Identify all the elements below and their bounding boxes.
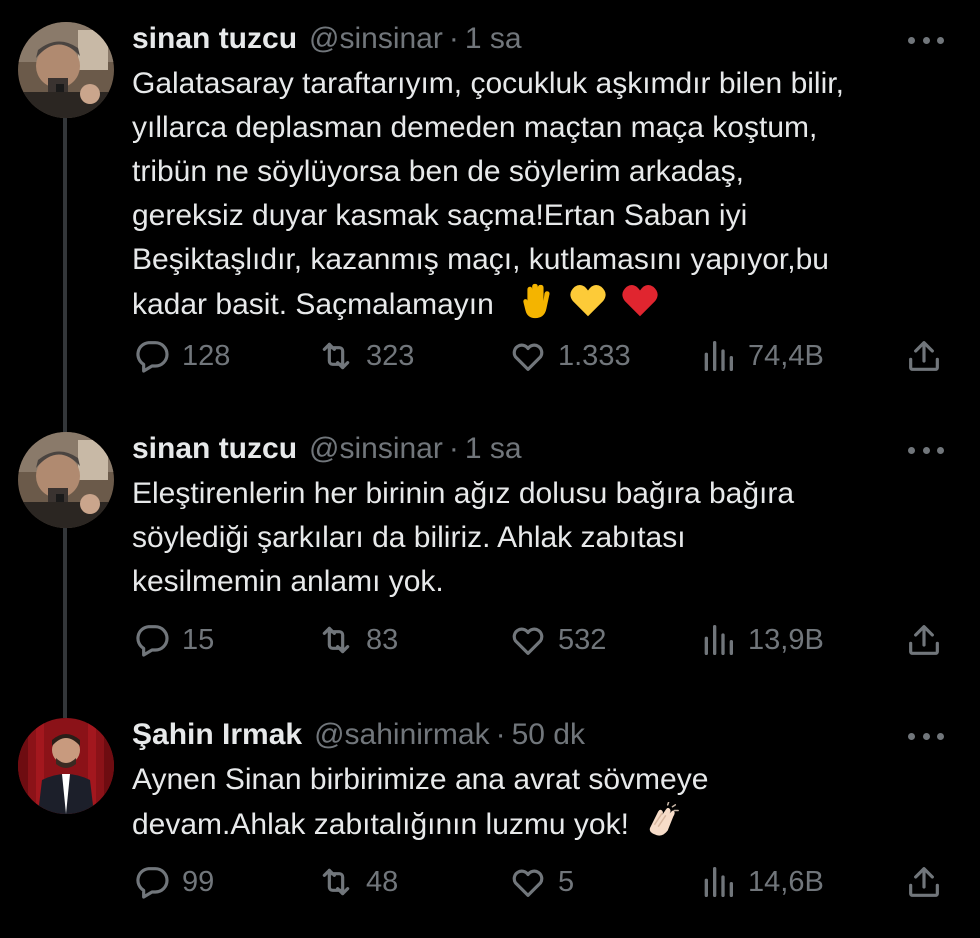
- reply-icon: [136, 341, 169, 373]
- tweet[interactable]: sinan tuzcu @sinsinar · 1 sa Galatasaray…: [0, 22, 980, 402]
- display-name[interactable]: Şahin Irmak: [132, 718, 302, 752]
- like-button[interactable]: 1.333: [508, 334, 631, 378]
- share-button[interactable]: [904, 334, 954, 378]
- more-options-icon[interactable]: [908, 28, 944, 52]
- like-count: 532: [558, 623, 607, 656]
- share-icon: [909, 341, 939, 371]
- reply-count: 128: [182, 339, 231, 372]
- share-button[interactable]: [904, 618, 954, 662]
- avatar-image: [18, 432, 114, 528]
- more-options-icon[interactable]: [908, 724, 944, 748]
- red-heart-emoji: [622, 285, 658, 317]
- tweet[interactable]: Şahin Irmak @sahinirmak · 50 dk Aynen Si…: [0, 718, 980, 928]
- reply-button[interactable]: 99: [132, 860, 214, 904]
- timestamp[interactable]: 1 sa: [465, 432, 522, 466]
- avatar[interactable]: [18, 432, 114, 528]
- analytics-icon: [704, 341, 733, 371]
- retweet-count: 323: [366, 339, 415, 372]
- views-button[interactable]: 13,9B: [698, 618, 824, 662]
- tweet-text-line: Aynen Sinan birbirimize ana avrat sövmey…: [132, 763, 709, 796]
- tweet-text-line: devam.Ahlak zabıtalığının luzmu yok!: [132, 808, 629, 841]
- retweet-count: 83: [366, 623, 399, 656]
- analytics-icon: [704, 867, 733, 897]
- separator-dot: ·: [448, 22, 459, 55]
- analytics-icon: [704, 625, 733, 655]
- share-icon: [909, 625, 939, 655]
- yellow-heart-emoji: [569, 285, 606, 317]
- separator-dot: ·: [495, 718, 506, 751]
- reply-count: 15: [182, 623, 215, 656]
- tweet-text-line: Beşiktaşlıdır, kazanmış maçı, kutlamasın…: [132, 243, 829, 276]
- heart-icon: [512, 343, 544, 371]
- tweet-text-line: yıllarca deplasman demeden maçtan maça k…: [132, 111, 818, 144]
- reply-button[interactable]: 128: [132, 334, 230, 378]
- user-handle[interactable]: @sinsinar: [309, 432, 443, 466]
- tweet-text-line: söylediği şarkıları da biliriz. Ahlak za…: [132, 521, 686, 554]
- tweet-actions: 15 83 532 13,9B: [132, 618, 948, 662]
- more-options-icon[interactable]: [908, 438, 944, 462]
- like-button[interactable]: 5: [508, 860, 574, 904]
- retweet-button[interactable]: 48: [316, 860, 398, 904]
- retweet-icon: [322, 342, 350, 370]
- display-name[interactable]: sinan tuzcu: [132, 432, 297, 466]
- reply-button[interactable]: 15: [132, 618, 214, 662]
- tweet-text: Aynen Sinan birbirimize ana avrat sövmey…: [132, 758, 952, 847]
- retweet-count: 48: [366, 865, 399, 898]
- user-handle[interactable]: @sahinirmak: [314, 718, 490, 752]
- share-icon: [909, 867, 939, 897]
- timestamp[interactable]: 50 dk: [512, 718, 585, 752]
- tweet-text-line: kesilmemin anlamı yok.: [132, 565, 444, 598]
- user-handle[interactable]: @sinsinar: [309, 22, 443, 56]
- view-count: 74,4B: [748, 339, 824, 372]
- heart-icon: [512, 869, 544, 897]
- tweet-actions: 128 323 1.333 74,4B: [132, 334, 948, 378]
- like-count: 5: [558, 865, 575, 898]
- reply-count: 99: [182, 865, 215, 898]
- reply-icon: [136, 625, 169, 657]
- tweet-text: Eleştirenlerin her birinin ağız dolusu b…: [132, 472, 952, 604]
- avatar-image: [18, 22, 114, 118]
- views-button[interactable]: 74,4B: [698, 334, 824, 378]
- timestamp[interactable]: 1 sa: [465, 22, 522, 56]
- like-count: 1.333: [558, 339, 631, 372]
- views-button[interactable]: 14,6B: [698, 860, 824, 904]
- separator-dot: ·: [448, 432, 459, 465]
- retweet-icon: [322, 626, 350, 654]
- raised-hand-emoji: [523, 283, 550, 319]
- tweet[interactable]: sinan tuzcu @sinsinar · 1 sa Eleştirenle…: [0, 432, 980, 682]
- tweet-text-line: Galatasaray taraftarıyım, çocukluk aşkım…: [132, 67, 844, 100]
- share-button[interactable]: [904, 860, 954, 904]
- like-button[interactable]: 532: [508, 618, 606, 662]
- tweet-text-line: kadar basit. Saçmalamayın: [132, 288, 494, 321]
- avatar[interactable]: [18, 718, 114, 814]
- clapping-hands-emoji: [650, 802, 680, 836]
- tweet-text: Galatasaray taraftarıyım, çocukluk aşkım…: [132, 62, 952, 327]
- tweet-text-line: tribün ne söylüyorsa ben de söylerim ark…: [132, 155, 744, 188]
- tweet-actions: 99 48 5 14,6B: [132, 860, 948, 904]
- view-count: 14,6B: [748, 865, 824, 898]
- heart-icon: [512, 627, 544, 655]
- tweet-text-line: Eleştirenlerin her birinin ağız dolusu b…: [132, 477, 795, 510]
- tweet-text-line: gereksiz duyar kasmak saçma!Ertan Saban …: [132, 199, 748, 232]
- retweet-button[interactable]: 323: [316, 334, 414, 378]
- view-count: 13,9B: [748, 623, 824, 656]
- avatar[interactable]: [18, 22, 114, 118]
- retweet-button[interactable]: 83: [316, 618, 398, 662]
- display-name[interactable]: sinan tuzcu: [132, 22, 297, 56]
- retweet-icon: [322, 868, 350, 896]
- reply-icon: [136, 867, 169, 899]
- avatar-image: [18, 718, 114, 814]
